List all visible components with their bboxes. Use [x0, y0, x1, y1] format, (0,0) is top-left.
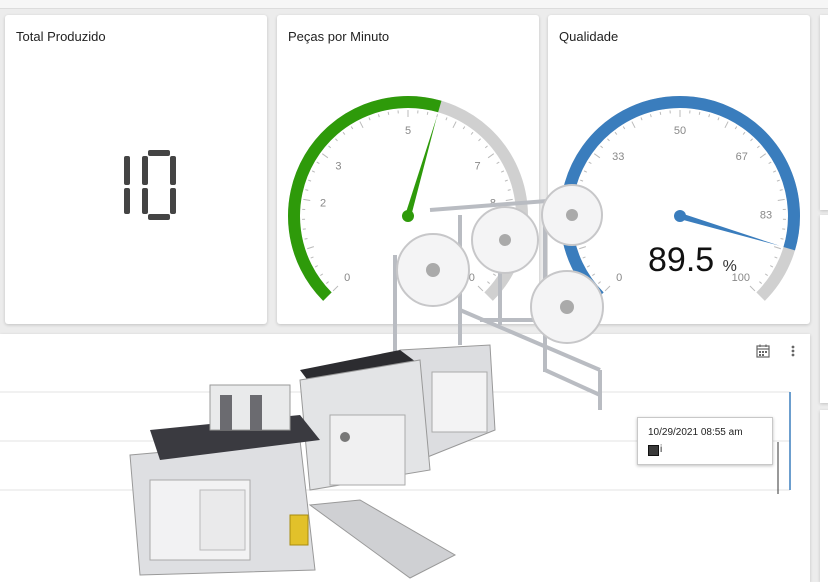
mask-machine-image	[129, 184, 604, 579]
